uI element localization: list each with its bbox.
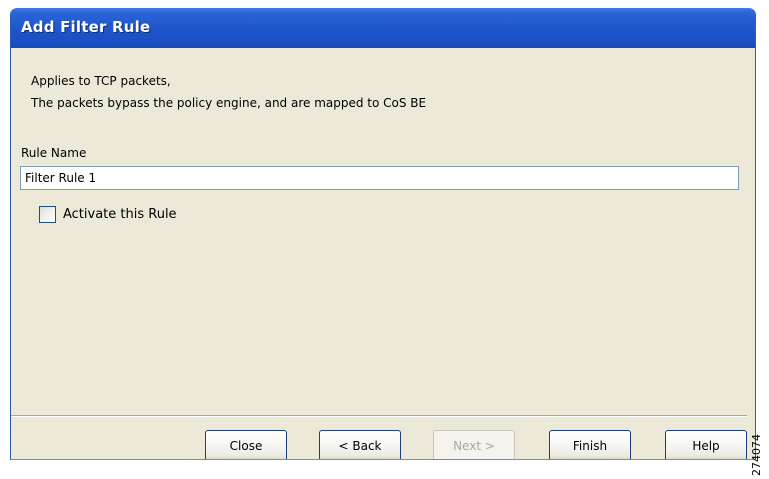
activate-rule-checkbox[interactable] (39, 205, 56, 223)
back-button[interactable]: < Back (319, 430, 401, 459)
close-button[interactable]: Close (205, 430, 287, 459)
figure-id-label: 274074 (750, 434, 763, 476)
activate-rule-label[interactable]: Activate this Rule (63, 207, 177, 222)
button-bar-separator (11, 415, 747, 417)
rule-name-label: Rule Name (21, 146, 87, 160)
finish-button[interactable]: Finish (549, 430, 631, 459)
title-bar[interactable]: Add Filter Rule (11, 8, 755, 48)
activate-rule-option[interactable]: Activate this Rule (39, 204, 177, 224)
description-line-2: The packets bypass the policy engine, an… (31, 96, 427, 110)
add-filter-rule-dialog: Add Filter Rule Applies to TCP packets, … (10, 8, 756, 460)
description-line-1: Applies to TCP packets, (31, 74, 171, 88)
next-button: Next > (433, 430, 515, 459)
rule-name-input[interactable] (20, 166, 739, 190)
help-button[interactable]: Help (665, 430, 747, 459)
dialog-title: Add Filter Rule (21, 18, 151, 36)
